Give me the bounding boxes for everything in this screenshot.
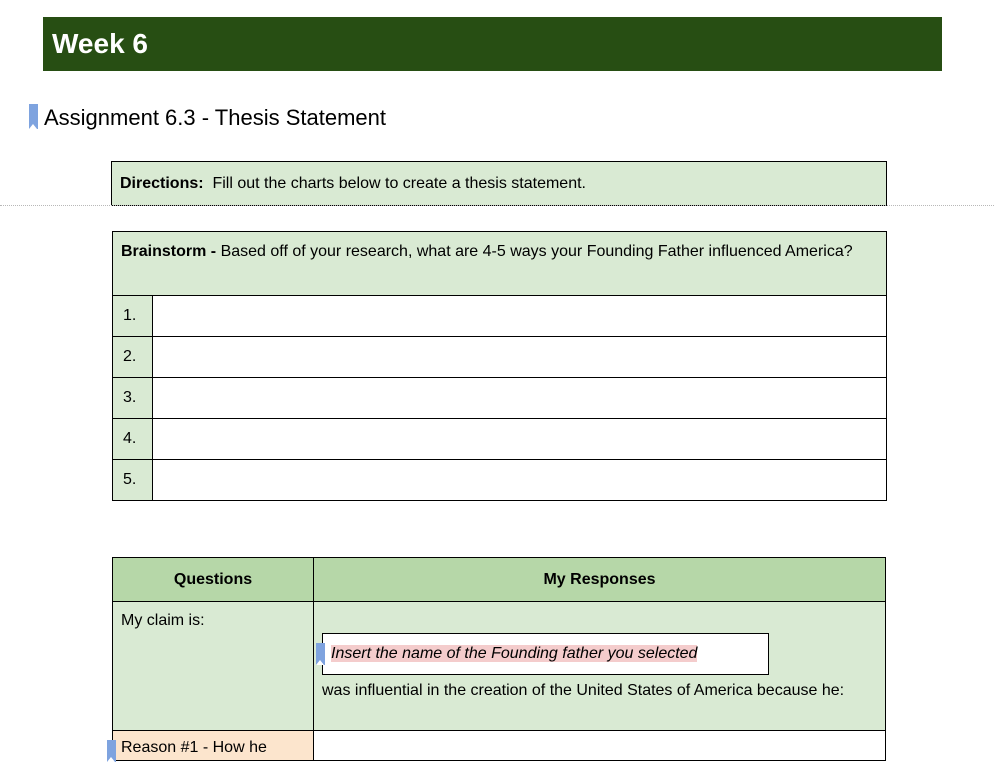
- reason-1-label-cell: Reason #1 - How he: [107, 730, 314, 762]
- row-number: 4.: [112, 418, 153, 460]
- brainstorm-answer-cell[interactable]: [152, 377, 887, 419]
- claim-label: My claim is:: [112, 601, 314, 731]
- table-row: My claim is: Insert the name of the Foun…: [112, 601, 886, 731]
- bookmark-icon[interactable]: [107, 740, 116, 762]
- founding-father-input[interactable]: Insert the name of the Founding father y…: [316, 633, 769, 675]
- brainstorm-header: Brainstorm - Based off of your research,…: [112, 231, 887, 296]
- row-number: 5.: [112, 459, 153, 501]
- table-row: 2.: [112, 336, 887, 378]
- table-row: Reason #1 - How he: [107, 730, 886, 762]
- row-number: 3.: [112, 377, 153, 419]
- brainstorm-answer-cell[interactable]: [152, 336, 887, 378]
- brainstorm-answer-cell[interactable]: [152, 418, 887, 460]
- insert-placeholder: Insert the name of the Founding father y…: [331, 645, 698, 662]
- row-number: 2.: [112, 336, 153, 378]
- week-banner: Week 6: [43, 17, 942, 71]
- reason-1-response-cell[interactable]: [313, 730, 886, 761]
- row-number: 1.: [112, 295, 153, 337]
- week-title: Week 6: [52, 28, 148, 59]
- assignment-heading: Assignment 6.3 - Thesis Statement: [44, 105, 386, 130]
- claim-continuation: was influential in the creation of the U…: [322, 682, 845, 699]
- directions-box: Directions: Fill out the charts below to…: [111, 161, 887, 206]
- brainstorm-table: Brainstorm - Based off of your research,…: [112, 231, 887, 501]
- questions-header: Questions: [112, 557, 314, 602]
- brainstorm-prompt: Based off of your research, what are 4-5…: [220, 243, 853, 260]
- brainstorm-label: Brainstorm -: [121, 243, 217, 260]
- table-row: 3.: [112, 377, 887, 419]
- table-row: 5.: [112, 459, 887, 501]
- table-row: 4.: [112, 418, 887, 460]
- page-break: [0, 205, 994, 206]
- bookmark-icon[interactable]: [29, 104, 38, 129]
- table-row: 1.: [112, 295, 887, 337]
- bookmark-icon[interactable]: [316, 643, 325, 665]
- responses-header: My Responses: [313, 557, 886, 602]
- reason-1-label: Reason #1 - How he: [121, 739, 267, 756]
- directions-text: Fill out the charts below to create a th…: [212, 175, 586, 192]
- brainstorm-answer-cell[interactable]: [152, 459, 887, 501]
- claim-table: Questions My Responses My claim is: Inse…: [107, 557, 886, 762]
- brainstorm-answer-cell[interactable]: [152, 295, 887, 337]
- claim-response-cell[interactable]: Insert the name of the Founding father y…: [313, 601, 886, 731]
- directions-label: Directions:: [120, 175, 204, 192]
